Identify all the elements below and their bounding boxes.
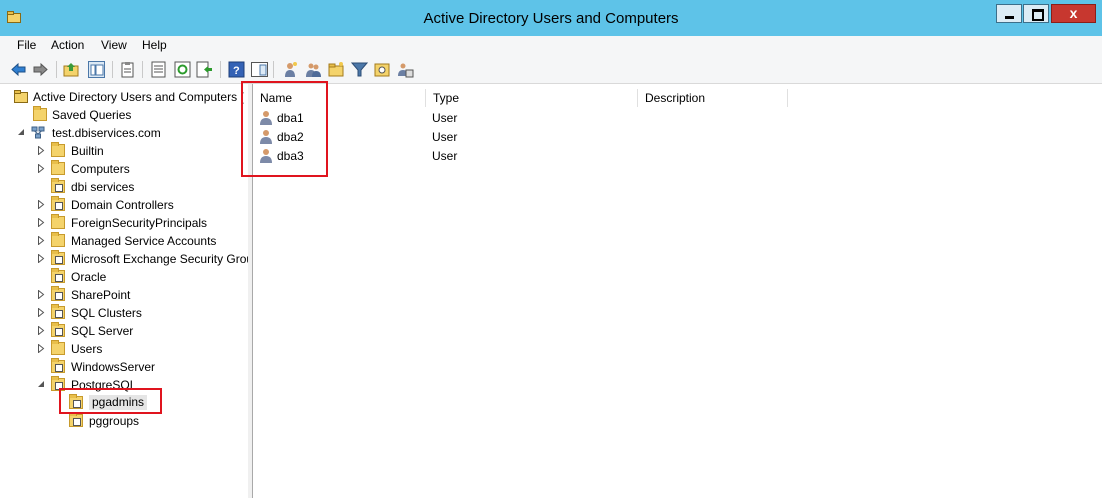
up-folder-icon[interactable] [63,61,80,78]
ou-folder-icon [51,358,65,373]
list-item[interactable]: dba1 User [253,108,853,127]
tree-item-label: SharePoint [71,288,131,302]
back-icon[interactable] [10,61,27,78]
expand-arrow-icon[interactable] [37,290,45,299]
ou-folder-icon [51,196,65,211]
console-tree[interactable]: Active Directory Users and Computers [ S… [0,84,249,498]
filter-icon[interactable] [351,61,368,78]
ou-folder-icon [51,322,65,337]
ad-console-icon [14,90,28,103]
close-button[interactable]: x [1051,4,1096,23]
column-header-type[interactable]: Type [426,89,638,107]
forward-icon[interactable] [32,61,49,78]
expand-arrow-icon[interactable] [37,326,45,335]
list-item[interactable]: dba3 User [253,146,853,165]
user-type: User [432,149,458,163]
tree-item-label: ForeignSecurityPrincipals [71,216,208,230]
minimize-button[interactable] [996,4,1022,23]
tree-item-label: Computers [71,162,130,176]
mmc-window: Active Directory Users and Computers x F… [0,0,1102,498]
move-icon[interactable] [397,61,414,78]
window-title: Active Directory Users and Computers [423,10,679,27]
folder-icon [51,340,65,355]
refresh-icon[interactable] [174,61,191,78]
new-ou-icon[interactable] [328,61,345,78]
tree-item-label: Domain Controllers [71,198,174,212]
help-icon[interactable]: ? [228,61,245,78]
highlight-box-pgadmins [59,388,162,414]
close-icon: x [1069,5,1078,21]
tree-item-label: WindowsServer [71,360,156,374]
tree-item-label: Oracle [71,270,107,284]
tree-item-label: SQL Server [71,324,134,338]
ou-folder-icon [69,412,83,427]
new-user-icon[interactable] [282,61,299,78]
collapse-arrow-icon[interactable] [17,128,25,137]
list-item[interactable]: dba2 User [253,127,853,146]
expand-arrow-icon[interactable] [37,218,45,227]
user-type: User [432,130,458,144]
ou-folder-icon [51,304,65,319]
expand-arrow-icon[interactable] [37,146,45,155]
title-bar[interactable]: Active Directory Users and Computers x [0,0,1102,36]
user-type: User [432,111,458,125]
tree-item-label: test.dbiservices.com [52,126,161,140]
maximize-button[interactable] [1023,4,1049,23]
expand-arrow-icon[interactable] [37,344,45,353]
expand-arrow-icon[interactable] [37,164,45,173]
column-header-description[interactable]: Description [638,89,788,107]
expand-arrow-icon[interactable] [37,200,45,209]
collapse-arrow-icon[interactable] [37,380,45,389]
ou-folder-icon [51,178,65,193]
ou-folder-icon [51,286,65,301]
tree-item-label: Microsoft Exchange Security Grou [71,252,249,266]
export-list-icon[interactable] [196,61,213,78]
expand-arrow-icon[interactable] [37,254,45,263]
menu-view[interactable]: View [101,38,127,52]
properties-icon[interactable] [150,61,167,78]
menu-file[interactable]: File [17,38,36,52]
domain-icon [31,126,45,139]
menu-bar: File Action View Help [0,36,1102,56]
new-group-icon[interactable] [305,61,322,78]
tree-item-label: Builtin [71,144,104,158]
folder-icon [51,232,65,247]
find-icon[interactable] [374,61,391,78]
folder-icon [51,142,65,157]
folder-icon [33,106,47,121]
tree-item-label: pggroups [89,414,140,428]
ou-folder-icon [51,250,65,265]
folder-icon [51,160,65,175]
tree-root-label: Active Directory Users and Computers [ [33,90,244,104]
expand-arrow-icon[interactable] [37,308,45,317]
tree-item-label: Users [71,342,103,356]
tree-item-label: Saved Queries [52,108,132,122]
ou-folder-icon [51,268,65,283]
expand-arrow-icon[interactable] [37,236,45,245]
folder-icon [51,214,65,229]
clipboard-icon[interactable] [119,61,136,78]
show-tree-icon[interactable] [88,61,105,78]
highlight-box-users [241,81,328,177]
tree-item-label: dbi services [71,180,135,194]
menu-action[interactable]: Action [51,38,84,52]
toolbar: ? [0,56,1102,84]
details-list[interactable]: Name Type Description dba1 User dba2 Use… [253,84,1102,498]
tree-item-label: SQL Clusters [71,306,142,320]
action-pane-icon[interactable] [251,61,268,78]
tree-item-label: Managed Service Accounts [71,234,217,248]
menu-help[interactable]: Help [142,38,167,52]
svg-text:?: ? [233,65,240,77]
